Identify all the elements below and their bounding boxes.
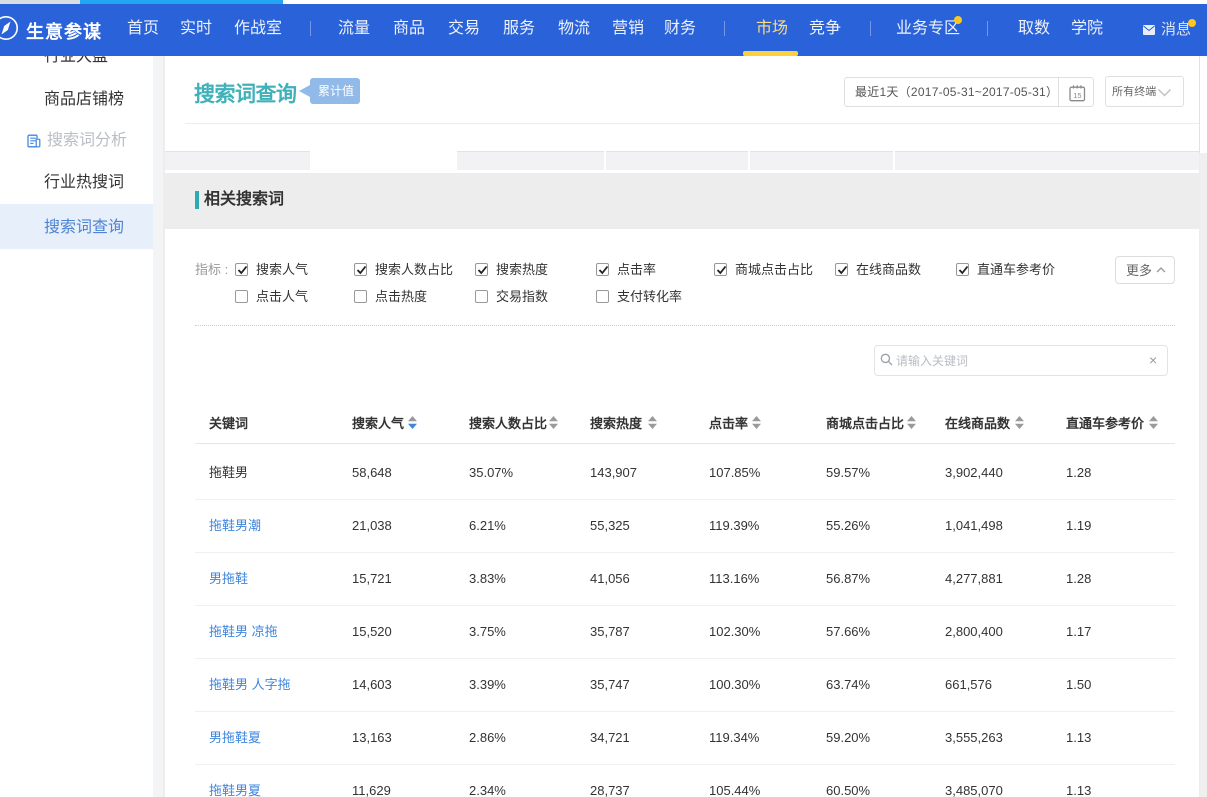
svg-text:15: 15: [1073, 91, 1081, 100]
